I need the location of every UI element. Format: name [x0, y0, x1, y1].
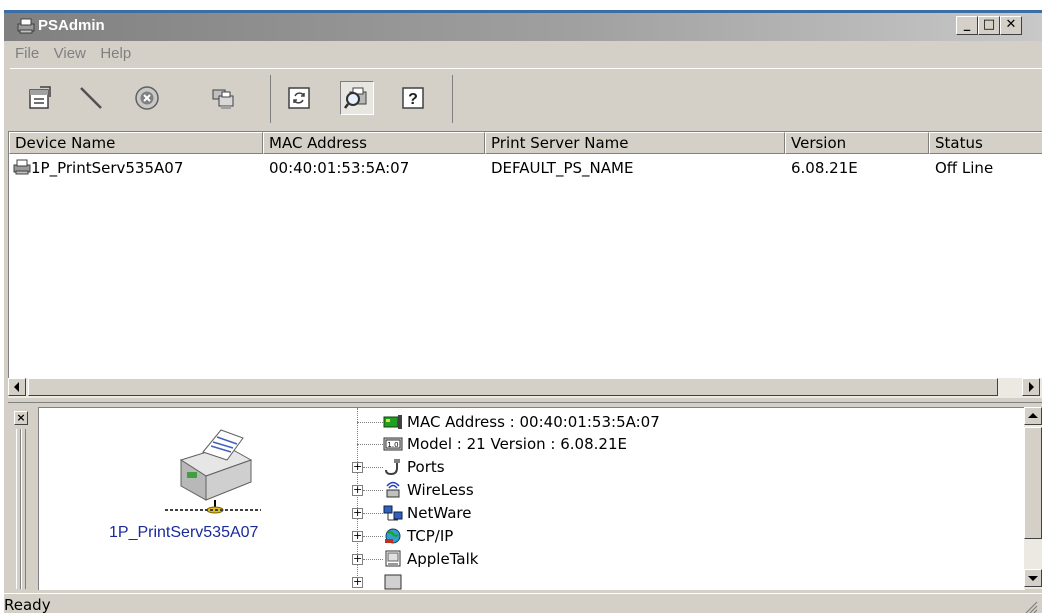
column-device-name[interactable]: Device Name — [9, 132, 263, 154]
vertical-scroll-thumb[interactable] — [1024, 427, 1042, 539]
appletalk-icon — [385, 550, 401, 567]
tree-item-netware[interactable]: NetWare — [407, 503, 471, 523]
stop-button[interactable] — [130, 81, 164, 115]
tree-connector — [357, 422, 383, 423]
tree-item-tcpip[interactable]: TCP/IP — [407, 526, 453, 546]
stop-icon — [135, 86, 159, 110]
detail-content: 1P_PrintServ535A07 MAC Address : 00:40:0… — [38, 407, 1025, 590]
arrow-up-icon — [1028, 413, 1038, 418]
tree-connector — [363, 467, 383, 468]
printer-network-icon — [212, 89, 234, 109]
netware-icon — [383, 505, 403, 521]
tree-item-mac-address[interactable]: MAC Address : 00:40:01:53:5A:07 — [407, 412, 660, 432]
tree-item-appletalk[interactable]: AppleTalk — [407, 549, 478, 569]
expand-netware[interactable]: + — [352, 507, 363, 519]
pane-close-button[interactable]: × — [14, 411, 28, 425]
menu-help[interactable]: Help — [95, 41, 136, 67]
scroll-left-button[interactable] — [8, 378, 26, 396]
arrow-down-icon — [1028, 576, 1038, 581]
refresh-icon — [288, 87, 310, 109]
scroll-right-button[interactable] — [1022, 378, 1040, 396]
device-tree[interactable]: MAC Address : 00:40:01:53:5A:07 1.0 Mode… — [347, 408, 847, 590]
svg-text:?: ? — [408, 91, 418, 108]
status-bar: Ready — [4, 593, 1042, 613]
expand-wireless[interactable]: + — [352, 484, 363, 496]
tree-item-wireless[interactable]: WireLess — [407, 480, 474, 500]
help-icon: ? — [402, 87, 424, 109]
wand-icon — [80, 87, 102, 109]
device-list[interactable]: Device Name MAC Address Print Server Nam… — [8, 131, 1042, 392]
detail-pane: × 1P_PrintServ535A07 MAC Address: 00:40… — [8, 402, 1042, 591]
printer-network-button[interactable] — [206, 81, 240, 115]
tree-item-model[interactable]: Model : 21 Version : 6.08.21E — [407, 434, 627, 454]
cell-mac-address: 00:40:01:53:5A:07 — [269, 159, 410, 177]
arrow-left-icon — [14, 382, 19, 392]
tree-connector — [363, 513, 383, 514]
scroll-down-button[interactable] — [1024, 569, 1042, 587]
top-strip — [0, 0, 1042, 10]
tree-connector — [363, 536, 383, 537]
scroll-thumb[interactable] — [28, 378, 998, 396]
table-row[interactable]: 1P_PrintServ535A07 00:40:01:53:5A:07 DEF… — [9, 156, 1042, 180]
resize-grip-icon[interactable] — [1022, 598, 1038, 613]
vertical-scrollbar[interactable] — [1024, 407, 1042, 589]
properties-button[interactable] — [22, 81, 56, 115]
cell-status: Off Line — [935, 159, 994, 177]
search-printer-icon — [344, 87, 367, 109]
device-label: 1P_PrintServ535A07 — [109, 524, 259, 541]
column-version[interactable]: Version — [785, 132, 929, 154]
tree-connector — [357, 444, 383, 445]
wand-button[interactable] — [74, 81, 108, 115]
search-printer-button[interactable] — [340, 81, 374, 115]
expand-next-node[interactable]: + — [352, 576, 363, 588]
advanced-icon — [384, 574, 402, 590]
pane-grip[interactable] — [21, 429, 26, 589]
expand-appletalk[interactable]: + — [352, 553, 363, 565]
list-header: Device Name MAC Address Print Server Nam… — [9, 132, 1042, 154]
menu-view[interactable]: View — [49, 41, 91, 67]
horizontal-scrollbar[interactable] — [8, 378, 1042, 398]
menu-file[interactable]: File — [10, 41, 44, 67]
help-button[interactable]: ? — [396, 81, 430, 115]
svg-text:1.0: 1.0 — [387, 441, 398, 449]
close-button[interactable]: ✕ — [1000, 16, 1022, 35]
tcpip-icon — [385, 528, 401, 544]
cell-print-server-name: DEFAULT_PS_NAME — [491, 159, 634, 177]
wireless-icon — [386, 481, 400, 498]
title-bar[interactable]: PSAdmin _ □ ✕ — [4, 10, 1042, 41]
scroll-up-button[interactable] — [1024, 407, 1042, 425]
toolbar: ? — [10, 68, 1042, 131]
properties-icon — [29, 86, 51, 109]
refresh-button[interactable] — [282, 81, 316, 115]
menu-bar: File View Help — [4, 41, 1042, 67]
model-icon: 1.0 — [383, 437, 403, 451]
print-server-icon — [165, 429, 261, 514]
ports-icon — [385, 459, 400, 476]
expand-ports[interactable]: + — [352, 461, 363, 473]
status-text: Ready — [4, 596, 51, 613]
printer-app-icon — [17, 18, 35, 34]
maximize-button[interactable]: □ — [978, 16, 1000, 35]
column-mac-address[interactable]: MAC Address — [263, 132, 485, 154]
cell-version: 6.08.21E — [791, 159, 858, 177]
window-title: PSAdmin — [38, 17, 105, 34]
psadmin-window: PSAdmin _ □ ✕ File View Help ? Device Na… — [4, 10, 1042, 613]
cell-device-name: 1P_PrintServ535A07 — [31, 159, 184, 177]
tree-connector — [363, 490, 383, 491]
printer-icon — [13, 159, 31, 175]
tree-item-ports[interactable]: Ports — [407, 457, 445, 477]
column-status[interactable]: Status — [929, 132, 1042, 154]
minimize-button[interactable]: _ — [956, 16, 978, 35]
network-card-icon — [383, 415, 402, 429]
tree-connector — [363, 559, 383, 560]
column-print-server-name[interactable]: Print Server Name — [485, 132, 785, 154]
expand-tcpip[interactable]: + — [352, 530, 363, 542]
arrow-right-icon — [1029, 382, 1034, 392]
